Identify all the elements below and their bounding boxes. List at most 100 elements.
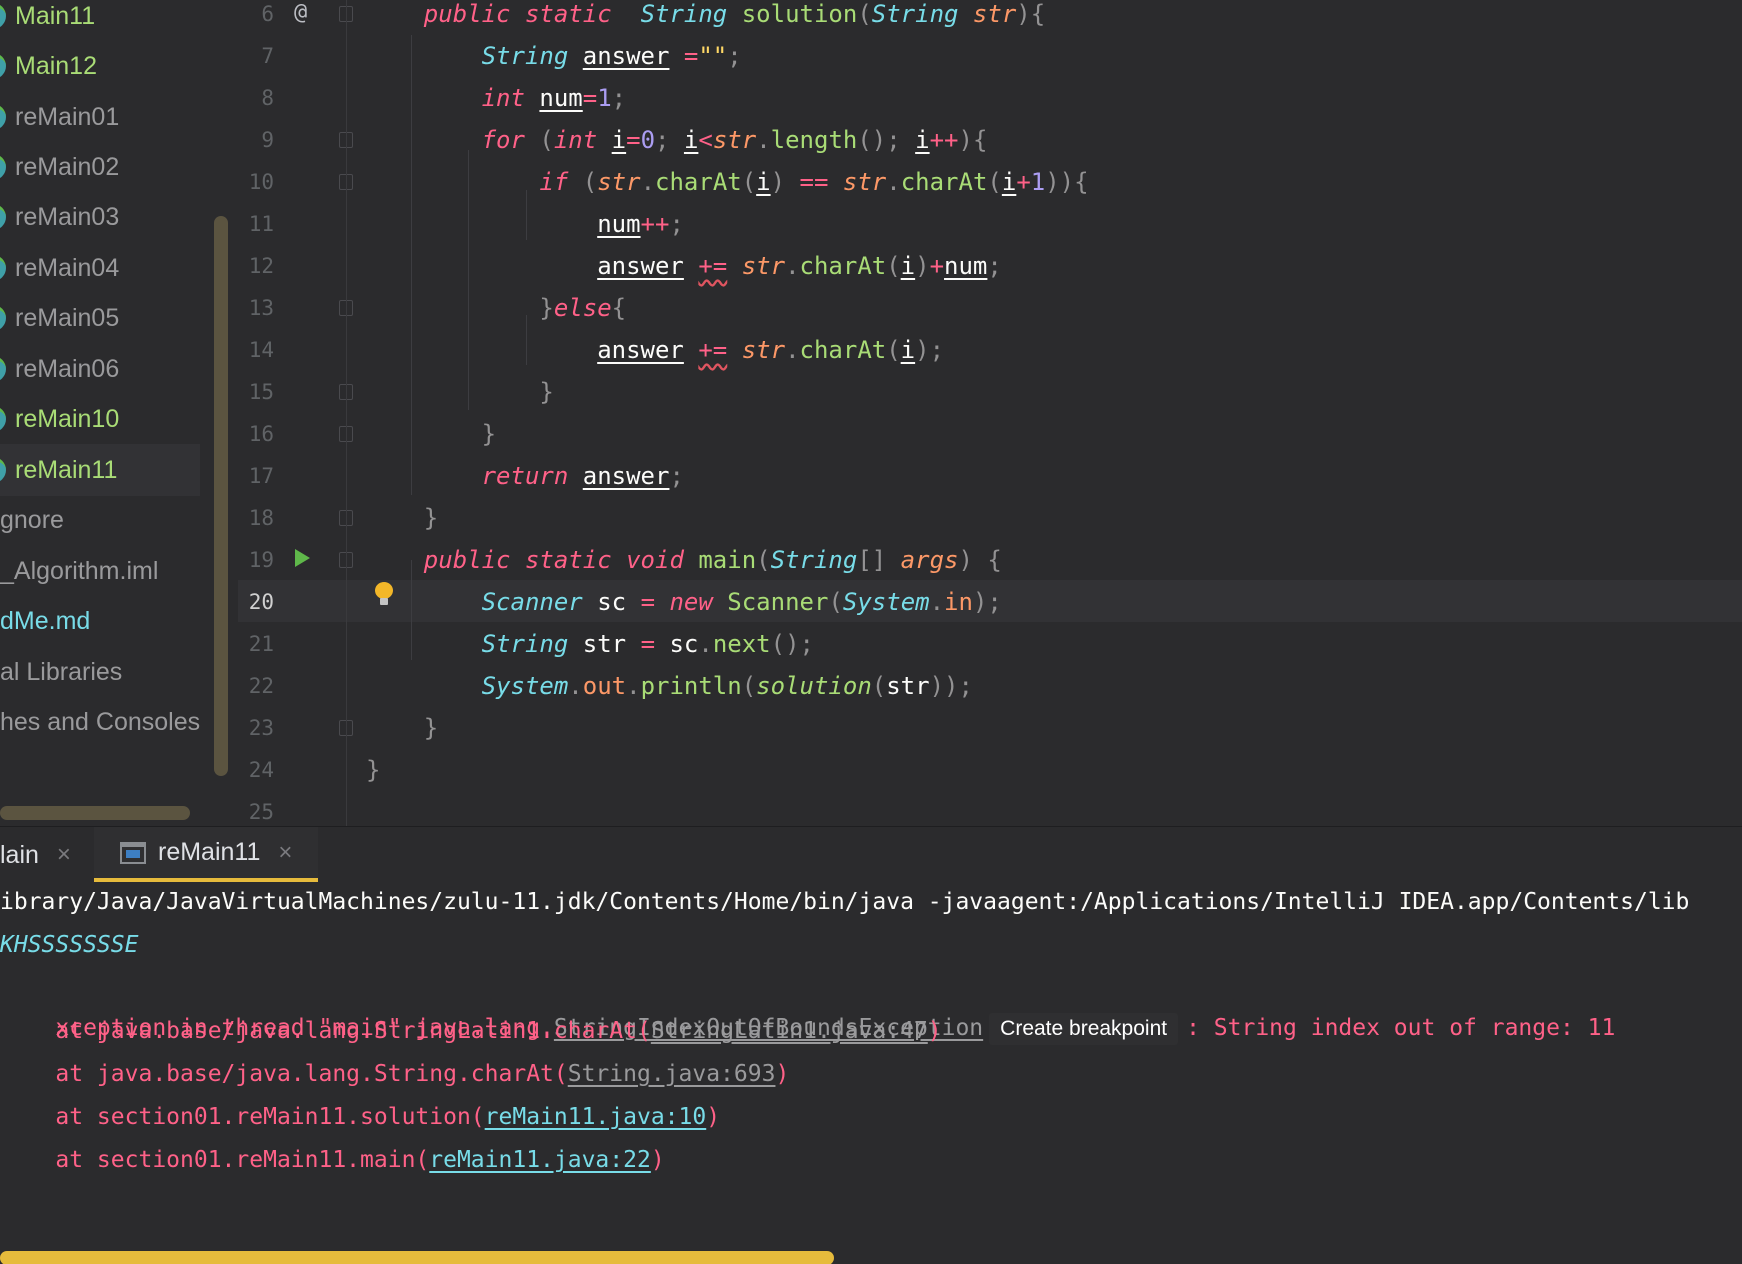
code-token: String [640, 0, 728, 28]
code-line[interactable]: if (str.charAt(i) == str.charAt(i+1)){ [539, 161, 1088, 203]
override-marker-icon[interactable]: @ [294, 0, 307, 26]
close-icon[interactable]: × [57, 841, 71, 869]
code-token: sc [669, 630, 699, 658]
line-number: 20 [248, 590, 274, 614]
code-punctuation: ) [915, 252, 930, 280]
code-punctuation [727, 336, 741, 364]
code-line[interactable]: public static void main(String[] args) { [424, 539, 1002, 581]
code-token: num [539, 84, 583, 112]
create-breakpoint-button[interactable]: Create breakpoint [989, 1012, 1179, 1045]
tree-horizontal-scrollbar[interactable] [0, 806, 190, 820]
tree-item[interactable]: reMain01 [0, 91, 200, 143]
code-punctuation: < [698, 126, 713, 154]
code-line[interactable]: String str = sc.next(); [482, 623, 814, 665]
tree-item[interactable]: reMain03 [0, 191, 200, 243]
code-line[interactable]: String answer =""; [482, 35, 742, 77]
tree-item[interactable]: al Libraries [0, 646, 200, 698]
code-line[interactable]: return answer; [482, 455, 684, 497]
tree-item[interactable]: reMain04 [0, 242, 200, 294]
line-number: 15 [248, 380, 274, 404]
code-punctuation: ( [568, 168, 598, 196]
tree-item-label: reMain05 [15, 303, 120, 332]
code-token: num [597, 210, 641, 238]
code-line[interactable]: int num=1; [482, 77, 627, 119]
tab-label: lain [0, 840, 39, 869]
console-output[interactable]: ibrary/Java/JavaVirtualMachines/zulu-11.… [0, 882, 1742, 1264]
code-editor[interactable]: 6 7 8 9 10 11 12 13 14 15 16 17 18 19 20 21 22 23 24 25 @ p… [238, 0, 1742, 826]
tree-item-label: reMain10 [15, 404, 120, 433]
code-punctuation [626, 588, 640, 616]
code-punctuation: ( [524, 126, 554, 154]
code-token: String [481, 630, 569, 658]
tree-item[interactable]: reMain02 [0, 141, 200, 193]
code-token: str [597, 168, 641, 196]
code-punctuation: + [1016, 168, 1031, 196]
tree-item[interactable]: reMain05 [0, 292, 200, 344]
code-token: out [582, 672, 627, 700]
source-link[interactable]: reMain11.java:10 [485, 1104, 707, 1130]
code-token: public [423, 0, 511, 28]
run-tab-bar: lain × reMain11 × [0, 826, 1742, 883]
code-line[interactable]: answer += str.charAt(i); [597, 329, 944, 371]
code-line[interactable]: } [424, 707, 438, 749]
code-punctuation [525, 84, 539, 112]
code-line[interactable]: public static String solution(String str… [424, 0, 1045, 35]
code-line[interactable]: }else{ [539, 287, 626, 329]
code-punctuation: = [640, 588, 656, 616]
stack-frame-text: at section01.reMain11.main( [0, 1147, 430, 1173]
code-token: String [770, 546, 858, 574]
tab-main[interactable]: lain × [0, 827, 86, 883]
source-link[interactable]: StringLatin1.java:47 [651, 1018, 928, 1044]
code-punctuation: . [785, 252, 800, 280]
tree-vertical-scrollbar[interactable] [214, 216, 228, 776]
code-punctuation [511, 546, 525, 574]
code-punctuation: (); [770, 630, 814, 658]
code-line[interactable]: answer += str.charAt(i)+num; [597, 245, 1002, 287]
code-line[interactable]: for (int i=0; i<str.length(); i++){ [482, 119, 988, 161]
code-token: i [756, 168, 771, 196]
code-punctuation [684, 546, 698, 574]
code-token: System [481, 672, 569, 700]
tree-item[interactable]: Main11 [0, 0, 200, 42]
code-punctuation: ( [756, 546, 771, 574]
tree-item[interactable]: reMain06 [0, 343, 200, 395]
tree-item[interactable]: reMain11 [0, 444, 200, 496]
code-line[interactable]: } [482, 413, 496, 455]
run-main-icon[interactable] [295, 549, 310, 567]
code-token: i [1001, 168, 1017, 196]
tree-item[interactable]: dMe.md [0, 595, 200, 647]
code-line[interactable]: } [366, 749, 380, 791]
code-line[interactable]: } [539, 371, 553, 413]
code-token: return [481, 462, 569, 490]
code-line[interactable]: Scanner sc = new Scanner(System.in); [482, 581, 1002, 623]
java-class-icon [0, 53, 6, 79]
lightbulb-icon[interactable] [374, 582, 394, 605]
console-horizontal-scrollbar[interactable] [0, 1251, 834, 1264]
line-number: 6 [261, 2, 274, 26]
source-link[interactable]: String.java:693 [568, 1061, 776, 1087]
source-link[interactable]: reMain11.java:22 [429, 1147, 651, 1173]
code-punctuation [684, 336, 698, 364]
code-punctuation: } [423, 504, 439, 532]
code-token: answer [582, 42, 670, 70]
code-line[interactable]: } [424, 497, 438, 539]
code-punctuation: == [799, 168, 829, 196]
stack-frame-text: at java.base/java.lang.String.charAt( [0, 1061, 568, 1087]
line-number: 8 [261, 86, 274, 110]
java-class-icon [0, 305, 6, 331]
tree-item[interactable]: gnore [0, 494, 200, 546]
close-icon[interactable]: × [278, 839, 292, 867]
tree-item[interactable]: reMain10 [0, 393, 200, 445]
code-token: public [423, 546, 511, 574]
tree-item[interactable]: hes and Consoles [0, 696, 200, 748]
tab-remain11[interactable]: reMain11 × [94, 827, 318, 883]
code-line[interactable]: num++; [597, 203, 684, 245]
code-line[interactable]: System.out.println(solution(str)); [482, 665, 973, 707]
tree-item[interactable]: Main12 [0, 40, 200, 92]
code-token: args [900, 546, 959, 574]
tree-item-label: reMain03 [15, 202, 120, 231]
code-token: i [611, 126, 627, 154]
code-token: else [553, 294, 612, 322]
code-token: println [640, 672, 742, 700]
tree-item[interactable]: _Algorithm.iml [0, 545, 200, 597]
